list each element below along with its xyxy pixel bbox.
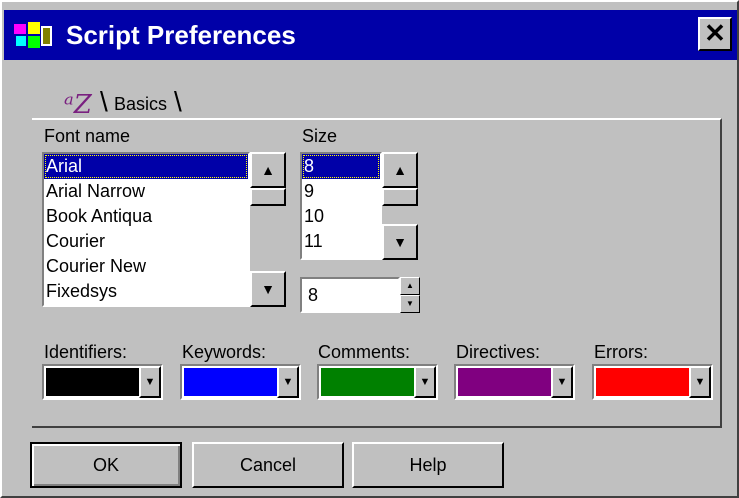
tab-divider: \ bbox=[100, 86, 108, 117]
arrow-down-icon: ▼ bbox=[393, 234, 407, 250]
color-swatch bbox=[458, 368, 551, 396]
app-icon bbox=[14, 22, 52, 48]
chevron-down-icon: ▼ bbox=[282, 376, 294, 388]
size-label: Size bbox=[302, 126, 338, 146]
errors-label: Errors: bbox=[594, 342, 648, 362]
color-swatch bbox=[596, 368, 689, 396]
help-button[interactable]: Help bbox=[352, 442, 504, 488]
size-listbox[interactable]: 8 9 10 11 bbox=[300, 152, 382, 260]
list-item[interactable]: Book Antiqua bbox=[44, 204, 248, 229]
scroll-down-button[interactable]: ▼ bbox=[250, 271, 286, 307]
cancel-button[interactable]: Cancel bbox=[192, 442, 344, 488]
identifiers-label: Identifiers: bbox=[44, 342, 128, 362]
color-swatch bbox=[321, 368, 414, 396]
arrow-down-icon: ▼ bbox=[261, 281, 275, 297]
size-scrollbar-thumb[interactable] bbox=[382, 188, 418, 206]
keywords-color-select[interactable]: ▼ bbox=[180, 364, 301, 400]
size-scroll-up-button[interactable]: ▲ bbox=[382, 152, 418, 188]
dropdown-button[interactable]: ▼ bbox=[689, 366, 711, 398]
script-preferences-dialog: Script Preferences ✕ ᵃZ \ Basics \ Font … bbox=[0, 0, 739, 498]
chevron-down-icon: ▼ bbox=[144, 376, 156, 388]
list-item[interactable]: 10 bbox=[302, 204, 380, 229]
directives-label: Directives: bbox=[456, 342, 541, 362]
arrow-down-icon: ▼ bbox=[406, 299, 414, 308]
font-name-label: Font name bbox=[44, 126, 131, 146]
list-item[interactable]: Arial Narrow bbox=[44, 179, 248, 204]
color-swatch bbox=[184, 368, 277, 396]
close-icon: ✕ bbox=[704, 18, 726, 48]
list-item[interactable]: 11 bbox=[302, 229, 380, 254]
directives-color-select[interactable]: ▼ bbox=[454, 364, 575, 400]
chevron-down-icon: ▼ bbox=[419, 376, 431, 388]
size-scroll-down-button[interactable]: ▼ bbox=[382, 224, 418, 260]
list-item[interactable]: Courier New bbox=[44, 254, 248, 279]
scrollbar-thumb[interactable] bbox=[250, 188, 286, 206]
arrow-up-icon: ▲ bbox=[261, 162, 275, 178]
tab-basics[interactable]: Basics bbox=[114, 94, 167, 115]
list-item[interactable]: Courier bbox=[44, 229, 248, 254]
list-item[interactable]: 8 bbox=[302, 154, 380, 179]
window-title: Script Preferences bbox=[66, 20, 296, 50]
errors-color-select[interactable]: ▼ bbox=[592, 364, 713, 400]
list-item[interactable]: Arial bbox=[44, 154, 248, 179]
arrow-up-icon: ▲ bbox=[406, 281, 414, 290]
size-input[interactable]: 8 bbox=[300, 277, 400, 313]
keywords-label: Keywords: bbox=[182, 342, 267, 362]
arrow-up-icon: ▲ bbox=[393, 162, 407, 178]
scroll-up-button[interactable]: ▲ bbox=[250, 152, 286, 188]
dropdown-button[interactable]: ▼ bbox=[139, 366, 161, 398]
title-bar[interactable]: Script Preferences ✕ bbox=[4, 10, 737, 60]
font-name-listbox[interactable]: Arial Arial Narrow Book Antiqua Courier … bbox=[42, 152, 250, 307]
dropdown-button[interactable]: ▼ bbox=[414, 366, 436, 398]
ok-button[interactable]: OK bbox=[30, 442, 182, 488]
chevron-down-icon: ▼ bbox=[694, 376, 706, 388]
spin-down-button[interactable]: ▼ bbox=[400, 295, 420, 313]
tab-divider: \ bbox=[174, 86, 182, 117]
dropdown-button[interactable]: ▼ bbox=[551, 366, 573, 398]
identifiers-color-select[interactable]: ▼ bbox=[42, 364, 163, 400]
comments-label: Comments: bbox=[318, 342, 411, 362]
list-item[interactable]: 9 bbox=[302, 179, 380, 204]
list-item[interactable]: Fixedsys bbox=[44, 279, 248, 304]
color-swatch bbox=[46, 368, 139, 396]
chevron-down-icon: ▼ bbox=[556, 376, 568, 388]
close-button[interactable]: ✕ bbox=[698, 17, 732, 51]
spin-up-button[interactable]: ▲ bbox=[400, 277, 420, 295]
az-font-icon[interactable]: ᵃZ bbox=[64, 90, 92, 120]
comments-color-select[interactable]: ▼ bbox=[317, 364, 438, 400]
dropdown-button[interactable]: ▼ bbox=[277, 366, 299, 398]
